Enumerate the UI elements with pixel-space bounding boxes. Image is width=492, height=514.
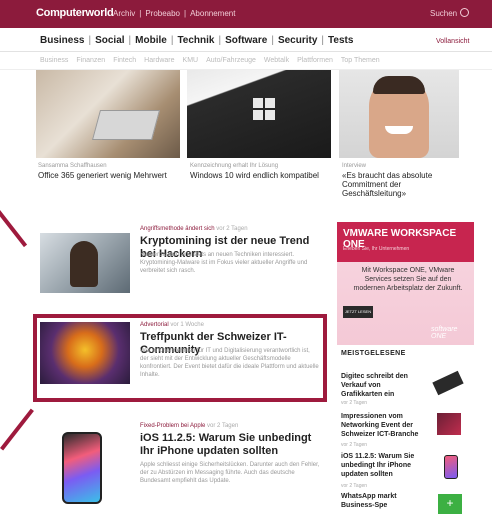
most-read-date: vor 2 Tagen: [341, 483, 368, 489]
person-face: [369, 76, 429, 158]
subnav-item[interactable]: Fintech: [113, 57, 136, 64]
most-read-item[interactable]: Impressionen vom Networking Event der Sc…: [341, 412, 421, 439]
nav-social[interactable]: Social: [95, 35, 124, 46]
graphics-card-thumbnail[interactable]: [432, 370, 464, 396]
nav-tests[interactable]: Tests: [328, 35, 353, 46]
teaser-image-windows[interactable]: [187, 70, 331, 158]
ad-header: VMWARE WORKSPACE ONE Erleben Sie, Ihr Un…: [337, 222, 474, 262]
article-image-kryptomining[interactable]: [40, 233, 130, 293]
teaser-image-office[interactable]: [36, 70, 180, 158]
article-image-iphone[interactable]: [62, 432, 102, 504]
subnav-item[interactable]: Hardware: [144, 57, 174, 64]
event-thumbnail[interactable]: [437, 413, 461, 435]
top-bar: Computerworld Archiv | Probeabo | Abonne…: [0, 0, 492, 28]
subnav-item[interactable]: KMU: [183, 57, 199, 64]
ad-logo: software ONE: [431, 326, 458, 340]
top-link-separator: |: [139, 9, 142, 18]
article-kicker: Advertorial vor 1 Woche: [140, 322, 204, 328]
nav-separator: |: [128, 35, 132, 46]
sub-nav: Business Finanzen Fintech Hardware KMU A…: [0, 52, 492, 70]
highlight-connector-line: [0, 210, 28, 248]
article-body: Hackerbanden sind stets an neuen Technik…: [140, 252, 308, 274]
nav-business[interactable]: Business: [40, 35, 84, 46]
teaser-title[interactable]: Office 365 generiert wenig Mehrwert: [38, 171, 178, 180]
nav-separator: |: [218, 35, 222, 46]
laptop-shape: [91, 110, 161, 140]
subnav-item[interactable]: Top Themen: [341, 57, 380, 64]
subnav-item[interactable]: Business: [40, 57, 68, 64]
iphone-thumbnail[interactable]: [444, 455, 458, 479]
article-kicker: Angriffsmethode ändert sich vor 2 Tagen: [140, 226, 248, 232]
teaser-title[interactable]: «Es braucht das absolute Commitment der …: [342, 171, 460, 198]
most-read-item[interactable]: Digitec schreibt den Verkauf von Grafikk…: [341, 372, 421, 399]
advertisement-banner[interactable]: VMWARE WORKSPACE ONE Erleben Sie, Ihr Un…: [337, 222, 474, 345]
nav-mobile[interactable]: Mobile: [135, 35, 167, 46]
subnav-item[interactable]: Finanzen: [76, 57, 105, 64]
ad-button[interactable]: JETZT LESEN: [343, 306, 373, 318]
teaser-caption: Sansamma Schaffhausen: [38, 163, 107, 169]
article-image-community[interactable]: [40, 322, 130, 384]
top-link-probeabo[interactable]: Probeabo: [145, 9, 180, 18]
teaser-image-portrait[interactable]: [339, 70, 459, 158]
top-link-archiv[interactable]: Archiv: [113, 9, 135, 18]
main-nav: Business | Social | Mobile | Technik | S…: [0, 28, 492, 52]
whatsapp-plus-icon[interactable]: +: [438, 494, 462, 514]
article-title[interactable]: iOS 11.2.5: Warum Sie unbedingt Ihr iPho…: [140, 432, 325, 458]
highlight-connector-line: [0, 408, 34, 451]
article-kicker: Fixed-Problem bei Apple vor 2 Tagen: [140, 423, 239, 429]
nav-separator: |: [170, 35, 174, 46]
article-body: Apple schliesst einige Sicherheitslücken…: [140, 462, 320, 484]
top-link-separator: |: [184, 9, 187, 18]
article-date: vor 2 Tagen: [207, 423, 239, 429]
nav-technik[interactable]: Technik: [177, 35, 214, 46]
article-date: vor 2 Tagen: [216, 226, 248, 232]
article-date: vor 1 Woche: [170, 322, 204, 328]
nav-software[interactable]: Software: [225, 35, 267, 46]
teaser-caption: Kennzeichnung erhalt Ihr Lösung: [190, 163, 279, 169]
top-links: Archiv | Probeabo | Abonnement: [113, 9, 235, 18]
windows-icon: [253, 98, 275, 120]
site-logo[interactable]: Computerworld: [36, 7, 114, 19]
most-read-heading: MEISTGELESENE: [341, 350, 406, 357]
most-read-date: vor 2 Tagen: [341, 442, 368, 448]
most-read-date: vor 2 Tagen: [341, 400, 368, 406]
subnav-item[interactable]: Webtalk: [264, 57, 289, 64]
person-silhouette: [70, 241, 98, 287]
nav-separator: |: [88, 35, 92, 46]
most-read-item[interactable]: WhatsApp markt Business-Spe: [341, 492, 421, 510]
article-body: Wer in Unternehmen für IT und Digitalisi…: [140, 348, 319, 378]
subnav-item[interactable]: Plattformen: [297, 57, 333, 64]
teaser-title[interactable]: Windows 10 wird endlich kompatibel: [190, 171, 330, 180]
vollansicht-link[interactable]: Vollansicht: [436, 38, 469, 45]
search-icon[interactable]: [460, 8, 469, 17]
teaser-caption: Interview: [342, 163, 367, 169]
top-link-abonnement[interactable]: Abonnement: [190, 9, 235, 18]
most-read-item[interactable]: iOS 11.2.5: Warum Sie unbedingt Ihr iPho…: [341, 452, 421, 479]
ad-subline: Erleben Sie, Ihr Unternehmen: [343, 246, 410, 252]
ad-body: Mit Workspace ONE, VMware Services setze…: [353, 267, 463, 292]
nav-separator: |: [321, 35, 325, 46]
search-label[interactable]: Suchen: [430, 9, 457, 18]
subnav-item[interactable]: Auto/Fahrzeuge: [206, 57, 256, 64]
nav-security[interactable]: Security: [278, 35, 317, 46]
nav-separator: |: [271, 35, 274, 46]
